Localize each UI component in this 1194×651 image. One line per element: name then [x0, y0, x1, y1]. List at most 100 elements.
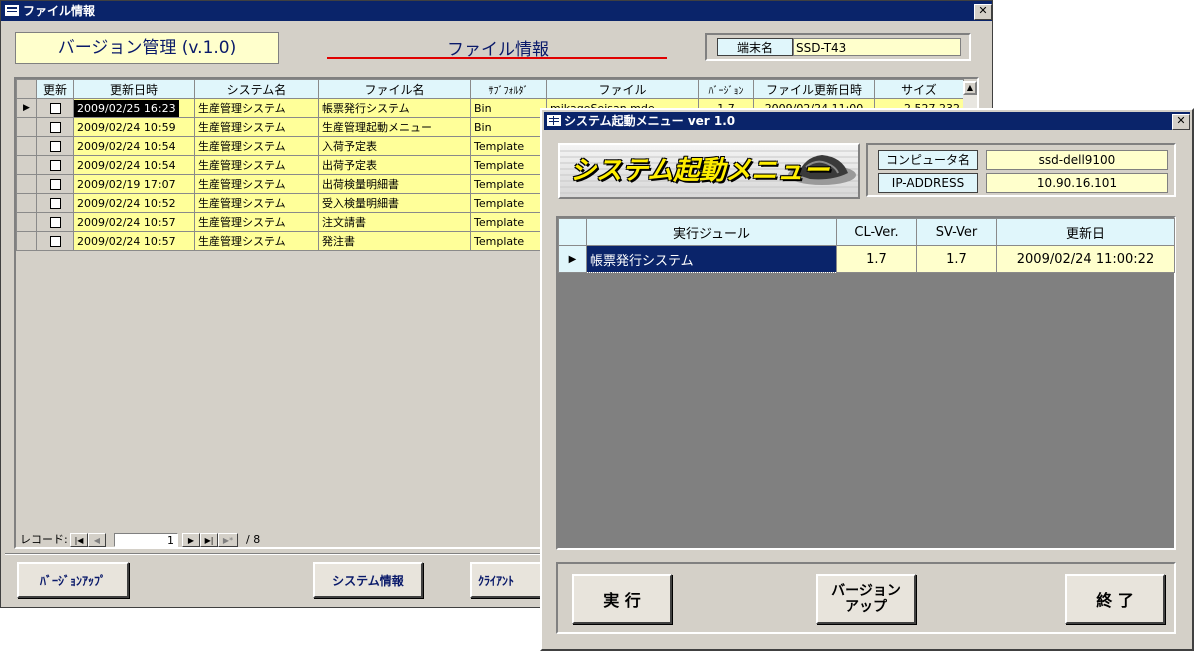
- row-selector-icon[interactable]: [16, 136, 37, 156]
- update-checkbox[interactable]: [36, 98, 74, 118]
- subfolder-cell[interactable]: Template: [470, 174, 547, 194]
- version-up-button[interactable]: バージョン アップ: [816, 574, 916, 624]
- next-record-icon[interactable]: ▶: [182, 533, 200, 547]
- checkbox[interactable]: [49, 141, 61, 152]
- prev-record-icon[interactable]: ◀: [88, 533, 106, 547]
- subfolder-cell[interactable]: Template: [470, 136, 547, 156]
- system-name-cell[interactable]: 生産管理システム: [194, 174, 319, 194]
- file-name-cell[interactable]: 注文請書: [318, 212, 471, 232]
- update-date-cell[interactable]: 2009/02/24 10:54: [73, 155, 195, 175]
- column-header[interactable]: SV-Ver: [916, 218, 997, 246]
- row-selector-icon[interactable]: [16, 212, 37, 232]
- record-number-input[interactable]: 1: [114, 533, 178, 547]
- update-date-cell[interactable]: 2009/02/24 10:57: [73, 212, 195, 232]
- ip-address-value: 10.90.16.101: [986, 173, 1168, 193]
- subfolder-cell[interactable]: Bin: [470, 117, 547, 137]
- column-header[interactable]: サイズ: [874, 79, 964, 99]
- subfolder-cell[interactable]: Template: [470, 231, 547, 251]
- update-checkbox[interactable]: [36, 193, 74, 213]
- checkbox[interactable]: [49, 103, 61, 114]
- subfolder-cell[interactable]: Bin: [470, 98, 547, 118]
- table-header-row: 更新 更新日時 システム名 ファイル名 ｻﾌﾞﾌｫﾙﾀﾞ ファイル ﾊﾞｰｼﾞｮ…: [16, 79, 964, 99]
- column-header[interactable]: 更新: [36, 79, 74, 99]
- column-header[interactable]: 更新日: [996, 218, 1175, 246]
- sv-version-cell[interactable]: 1.7: [916, 245, 997, 273]
- column-header[interactable]: ファイル名: [318, 79, 471, 99]
- checkbox[interactable]: [49, 122, 61, 133]
- column-header[interactable]: 更新日時: [73, 79, 195, 99]
- file-name-cell[interactable]: 発注書: [318, 231, 471, 251]
- row-selector-icon[interactable]: [16, 193, 37, 213]
- dialog-window: システム起動メニュー ver 1.0 ✕ システム起動メニュー コンピュータ名 …: [540, 108, 1194, 651]
- system-info-button[interactable]: システム情報: [313, 562, 423, 598]
- update-checkbox[interactable]: [36, 212, 74, 232]
- exit-button[interactable]: 終 了: [1065, 574, 1165, 624]
- subfolder-cell[interactable]: Template: [470, 155, 547, 175]
- checkbox[interactable]: [49, 217, 61, 228]
- row-selector-icon[interactable]: [16, 231, 37, 251]
- update-date-cell[interactable]: 2009/02/24 10:52: [73, 193, 195, 213]
- system-name-cell[interactable]: 生産管理システム: [194, 193, 319, 213]
- table-row[interactable]: ▶ 帳票発行システム 1.7 1.7 2009/02/24 11:00:22: [558, 245, 1175, 273]
- selected-date-text[interactable]: 2009/02/25 16:23: [74, 99, 179, 117]
- system-name-cell[interactable]: 生産管理システム: [194, 136, 319, 156]
- file-name-cell[interactable]: 帳票発行システム: [318, 98, 471, 118]
- update-checkbox[interactable]: [36, 231, 74, 251]
- column-header[interactable]: ファイル更新日時: [753, 79, 875, 99]
- first-record-icon[interactable]: |◀: [70, 533, 88, 547]
- module-name-cell[interactable]: 帳票発行システム: [586, 245, 837, 273]
- row-selector-icon[interactable]: [16, 174, 37, 194]
- system-name-cell[interactable]: 生産管理システム: [194, 155, 319, 175]
- row-selector-icon[interactable]: [16, 155, 37, 175]
- cl-version-cell[interactable]: 1.7: [836, 245, 917, 273]
- close-icon[interactable]: ✕: [1172, 114, 1190, 130]
- system-name-cell[interactable]: 生産管理システム: [194, 98, 319, 118]
- system-name-cell[interactable]: 生産管理システム: [194, 212, 319, 232]
- update-date-cell[interactable]: 2009/02/25 16:23: [73, 98, 195, 118]
- last-record-icon[interactable]: ▶|: [200, 533, 218, 547]
- heading-underline: [327, 57, 667, 59]
- checkbox[interactable]: [49, 160, 61, 171]
- column-header[interactable]: CL-Ver.: [836, 218, 917, 246]
- main-titlebar[interactable]: ファイル情報 ✕: [1, 1, 992, 21]
- checkbox[interactable]: [49, 179, 61, 190]
- run-button[interactable]: 実 行: [572, 574, 672, 624]
- update-date-cell[interactable]: 2009/02/24 10:59: [73, 117, 195, 137]
- update-date-cell[interactable]: 2009/02/19 17:07: [73, 174, 195, 194]
- update-checkbox[interactable]: [36, 136, 74, 156]
- update-checkbox[interactable]: [36, 155, 74, 175]
- version-up-button[interactable]: ﾊﾞｰｼﾞｮﾝｱｯﾌﾟ: [17, 562, 129, 598]
- system-name-cell[interactable]: 生産管理システム: [194, 231, 319, 251]
- updated-date-cell[interactable]: 2009/02/24 11:00:22: [996, 245, 1175, 273]
- file-name-cell[interactable]: 受入検量明細書: [318, 193, 471, 213]
- update-date-cell[interactable]: 2009/02/24 10:57: [73, 231, 195, 251]
- column-header[interactable]: 実行ジュール: [586, 218, 837, 246]
- file-name-cell[interactable]: 出荷予定表: [318, 155, 471, 175]
- column-header[interactable]: ファイル: [546, 79, 699, 99]
- new-record-icon[interactable]: ▶*: [218, 533, 238, 547]
- subfolder-cell[interactable]: Template: [470, 193, 547, 213]
- row-selector-icon[interactable]: [16, 117, 37, 137]
- terminal-value: SSD-T43: [793, 38, 961, 56]
- column-header[interactable]: ｻﾌﾞﾌｫﾙﾀﾞ: [470, 79, 547, 99]
- dialog-titlebar[interactable]: システム起動メニュー ver 1.0 ✕: [544, 112, 1190, 130]
- update-date-cell[interactable]: 2009/02/24 10:54: [73, 136, 195, 156]
- scroll-up-icon[interactable]: ▲: [963, 81, 977, 95]
- update-checkbox[interactable]: [36, 174, 74, 194]
- row-selector-icon[interactable]: ▶: [16, 98, 37, 118]
- update-checkbox[interactable]: [36, 117, 74, 137]
- column-header[interactable]: システム名: [194, 79, 319, 99]
- checkbox[interactable]: [49, 198, 61, 209]
- computer-name-value: ssd-dell9100: [986, 150, 1168, 170]
- checkbox[interactable]: [49, 236, 61, 247]
- subfolder-cell[interactable]: Template: [470, 212, 547, 232]
- row-selector-icon[interactable]: ▶: [558, 245, 587, 273]
- logo-banner: システム起動メニュー: [558, 143, 860, 199]
- close-icon[interactable]: ✕: [974, 4, 992, 20]
- file-name-cell[interactable]: 入荷予定表: [318, 136, 471, 156]
- system-name-cell[interactable]: 生産管理システム: [194, 117, 319, 137]
- file-name-cell[interactable]: 出荷検量明細書: [318, 174, 471, 194]
- ip-address-label: IP-ADDRESS: [878, 173, 978, 193]
- file-name-cell[interactable]: 生産管理起動メニュー: [318, 117, 471, 137]
- column-header[interactable]: ﾊﾞｰｼﾞｮﾝ: [698, 79, 754, 99]
